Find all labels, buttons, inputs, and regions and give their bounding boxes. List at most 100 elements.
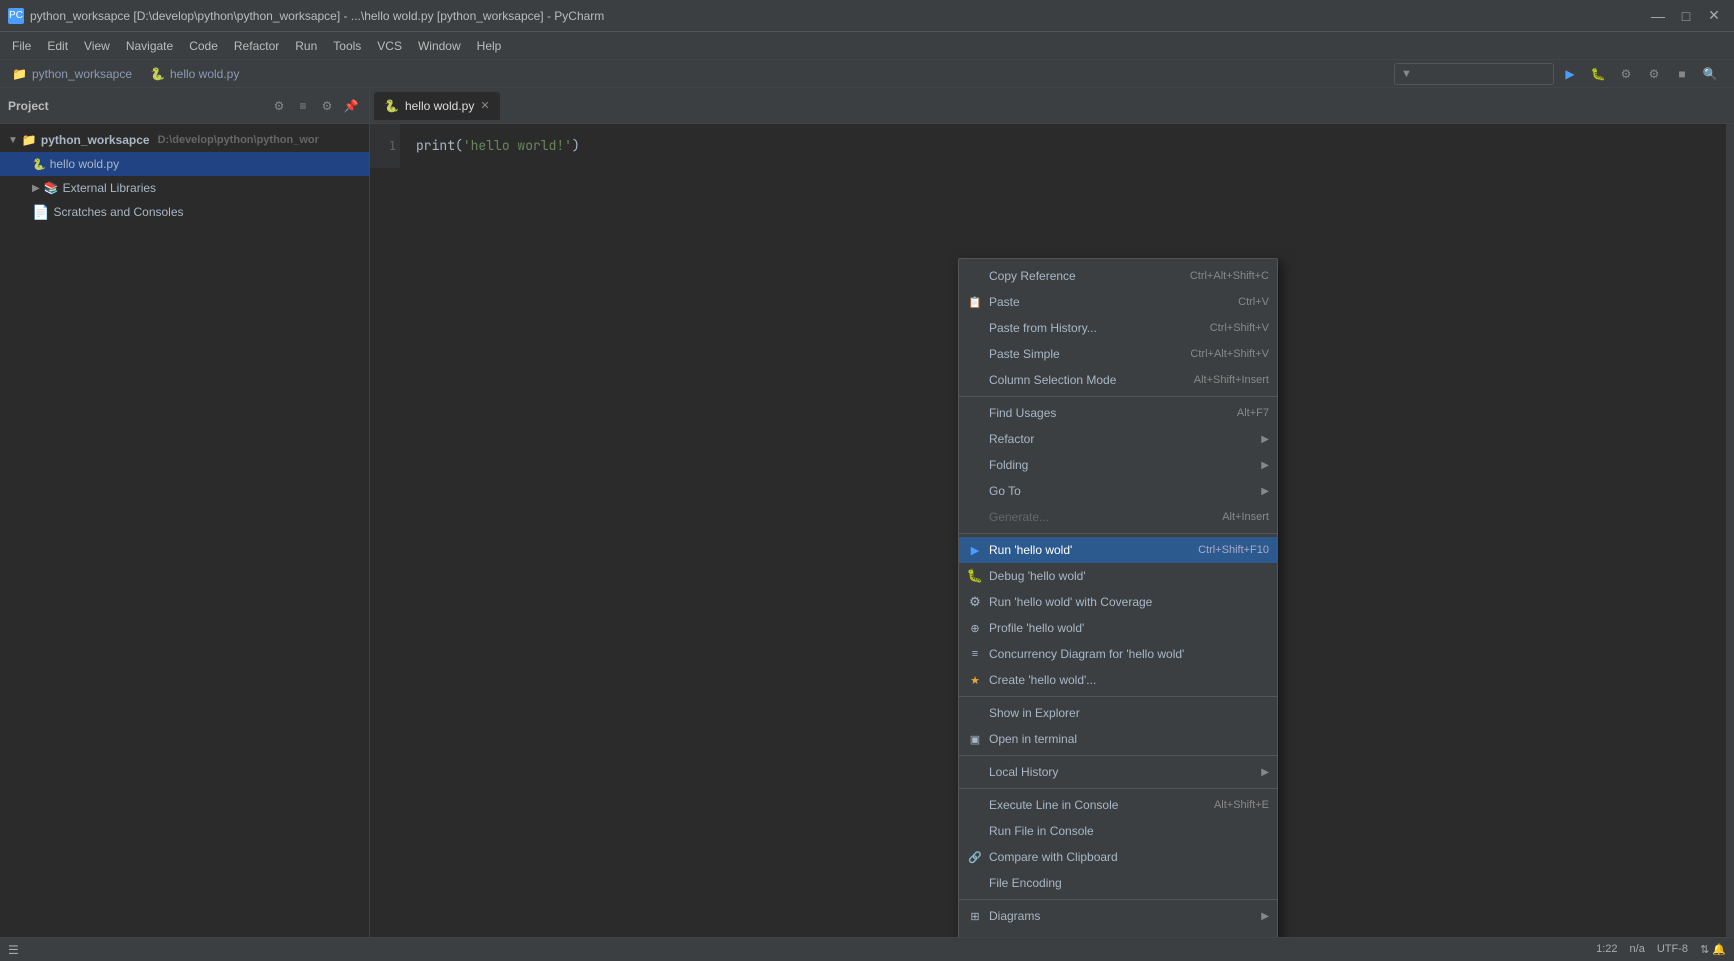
- ctx-run-file-in-console[interactable]: Run File in Console: [959, 818, 1277, 844]
- ctx-paste-simple[interactable]: Paste Simple Ctrl+Alt+Shift+V: [959, 341, 1277, 367]
- settings-icon[interactable]: ⚙: [317, 96, 337, 116]
- compare-clipboard-icon: 🔗: [967, 849, 983, 865]
- paste-history-icon: [967, 320, 983, 336]
- menu-view[interactable]: View: [76, 35, 118, 57]
- ctx-refactor[interactable]: Refactor ▶: [959, 426, 1277, 452]
- menu-edit[interactable]: Edit: [39, 35, 76, 57]
- ctx-execute-line[interactable]: Execute Line in Console Alt+Shift+E: [959, 792, 1277, 818]
- menu-bar: File Edit View Navigate Code Refactor Ru…: [0, 32, 1734, 60]
- ctx-column-selection[interactable]: Column Selection Mode Alt+Shift+Insert: [959, 367, 1277, 393]
- minimize-button[interactable]: —: [1646, 4, 1670, 28]
- ctx-file-encoding[interactable]: File Encoding: [959, 870, 1277, 896]
- ctx-divider-6: [959, 899, 1277, 900]
- file-tab[interactable]: 🐍 hello wold.py: [142, 60, 247, 88]
- debug-button[interactable]: 🐛: [1586, 63, 1610, 85]
- create-gist-icon: ⊙: [967, 934, 983, 937]
- tree-scratches-consoles[interactable]: 📄 Scratches and Consoles: [0, 200, 369, 224]
- ctx-open-in-terminal[interactable]: ▣ Open in terminal: [959, 726, 1277, 752]
- ctx-compare-with-clipboard[interactable]: 🔗 Compare with Clipboard: [959, 844, 1277, 870]
- ctx-copy-reference[interactable]: Copy Reference Ctrl+Alt+Shift+C: [959, 263, 1277, 289]
- project-tab-label: python_worksapce: [32, 67, 132, 81]
- menu-code[interactable]: Code: [181, 35, 226, 57]
- ctx-copy-reference-shortcut: Ctrl+Alt+Shift+C: [1190, 270, 1269, 282]
- project-tab[interactable]: 📁 python_worksapce: [4, 60, 140, 88]
- tree-file-hello-wold[interactable]: 🐍 hello wold.py: [0, 152, 369, 176]
- ctx-generate-label: Generate...: [989, 510, 1216, 524]
- ctx-divider-2: [959, 533, 1277, 534]
- toolbar: 📁 python_worksapce 🐍 hello wold.py ▼ ▶ 🐛…: [0, 60, 1734, 88]
- ctx-paste[interactable]: 📋 Paste Ctrl+V: [959, 289, 1277, 315]
- ctx-debug-hello-wold-label: Debug 'hello wold': [989, 569, 1269, 583]
- scroll-indicator[interactable]: [1726, 124, 1734, 937]
- ctx-go-to-label: Go To: [989, 484, 1255, 498]
- ctx-run-hello-wold[interactable]: ▶ Run 'hello wold' Ctrl+Shift+F10: [959, 537, 1277, 563]
- menu-run[interactable]: Run: [287, 35, 325, 57]
- editor-content[interactable]: print('hello world!'): [370, 124, 1734, 168]
- menu-navigate[interactable]: Navigate: [118, 35, 181, 57]
- root-folder-icon: 📁: [22, 133, 37, 147]
- ctx-run-with-coverage[interactable]: ⚙ Run 'hello wold' with Coverage: [959, 589, 1277, 615]
- ctx-diagrams-label: Diagrams: [989, 909, 1255, 923]
- folding-icon: [967, 457, 983, 473]
- column-selection-icon: [967, 372, 983, 388]
- ctx-local-history[interactable]: Local History ▶: [959, 759, 1277, 785]
- run-file-icon: [967, 823, 983, 839]
- python-file-icon: 🐍: [32, 158, 46, 171]
- code-print-function: print: [416, 137, 455, 154]
- ctx-local-history-label: Local History: [989, 765, 1255, 779]
- ctx-profile-hello-wold[interactable]: ⊕ Profile 'hello wold': [959, 615, 1277, 641]
- editor-tab-hello-wold[interactable]: 🐍 hello wold.py ✕: [374, 92, 500, 120]
- menu-file[interactable]: File: [4, 35, 39, 57]
- ctx-create-hello-wold[interactable]: ★ Create 'hello wold'...: [959, 667, 1277, 693]
- scratches-label: Scratches and Consoles: [53, 205, 183, 219]
- editor-tab-close[interactable]: ✕: [480, 99, 489, 112]
- ctx-debug-hello-wold[interactable]: 🐛 Debug 'hello wold': [959, 563, 1277, 589]
- line-number-gutter: 1: [370, 124, 400, 168]
- show-explorer-icon: [967, 705, 983, 721]
- pin-icon[interactable]: 📌: [341, 96, 361, 116]
- stop-button[interactable]: ■: [1670, 63, 1694, 85]
- status-left-panel-toggle[interactable]: ☰: [8, 943, 19, 957]
- local-history-icon: [967, 764, 983, 780]
- close-button[interactable]: ✕: [1702, 4, 1726, 28]
- ctx-create-hello-wold-label: Create 'hello wold'...: [989, 673, 1269, 687]
- ctx-folding[interactable]: Folding ▶: [959, 452, 1277, 478]
- root-label: python_worksapce: [41, 133, 150, 147]
- ctx-find-usages[interactable]: Find Usages Alt+F7: [959, 400, 1277, 426]
- ctx-go-to[interactable]: Go To ▶: [959, 478, 1277, 504]
- refactor-arrow-icon: ▶: [1261, 434, 1269, 445]
- menu-vcs[interactable]: VCS: [369, 35, 410, 57]
- editor-tab-bar: 🐍 hello wold.py ✕: [370, 88, 1734, 124]
- menu-tools[interactable]: Tools: [325, 35, 369, 57]
- ctx-paste-from-history[interactable]: Paste from History... Ctrl+Shift+V: [959, 315, 1277, 341]
- menu-refactor[interactable]: Refactor: [226, 35, 287, 57]
- run-button[interactable]: ▶: [1558, 63, 1582, 85]
- menu-window[interactable]: Window: [410, 35, 469, 57]
- sync-icon[interactable]: ⚙: [269, 96, 289, 116]
- ctx-concurrency-diagram-label: Concurrency Diagram for 'hello wold': [989, 647, 1269, 661]
- ctx-create-gist-label: Create Gist...: [989, 935, 1269, 937]
- chevron-down-icon: ▼: [8, 135, 18, 146]
- ctx-run-file-in-console-label: Run File in Console: [989, 824, 1269, 838]
- tree-root[interactable]: ▼ 📁 python_worksapce D:\develop\python\p…: [0, 128, 369, 152]
- coverage-button[interactable]: ⚙: [1614, 63, 1638, 85]
- tree-external-libraries[interactable]: ▶ 📚 External Libraries: [0, 176, 369, 200]
- ctx-divider-1: [959, 396, 1277, 397]
- ctx-create-gist[interactable]: ⊙ Create Gist...: [959, 929, 1277, 937]
- ctx-show-in-explorer[interactable]: Show in Explorer: [959, 700, 1277, 726]
- ctx-column-selection-label: Column Selection Mode: [989, 373, 1188, 387]
- maximize-button[interactable]: □: [1674, 4, 1698, 28]
- run-config-selector[interactable]: ▼: [1394, 63, 1554, 85]
- paste-icon: 📋: [967, 294, 983, 310]
- ctx-execute-line-shortcut: Alt+Shift+E: [1214, 799, 1269, 811]
- settings-button[interactable]: ⚙: [1642, 63, 1666, 85]
- collapse-icon[interactable]: ≡: [293, 96, 313, 116]
- menu-help[interactable]: Help: [469, 35, 510, 57]
- code-string-literal: 'hello world!': [463, 137, 572, 154]
- ctx-concurrency-diagram[interactable]: ≡ Concurrency Diagram for 'hello wold': [959, 641, 1277, 667]
- ctx-paste-simple-label: Paste Simple: [989, 347, 1184, 361]
- ctx-diagrams[interactable]: ⊞ Diagrams ▶: [959, 903, 1277, 929]
- search-button[interactable]: 🔍: [1698, 63, 1722, 85]
- go-to-arrow-icon: ▶: [1261, 486, 1269, 497]
- generate-icon: [967, 509, 983, 525]
